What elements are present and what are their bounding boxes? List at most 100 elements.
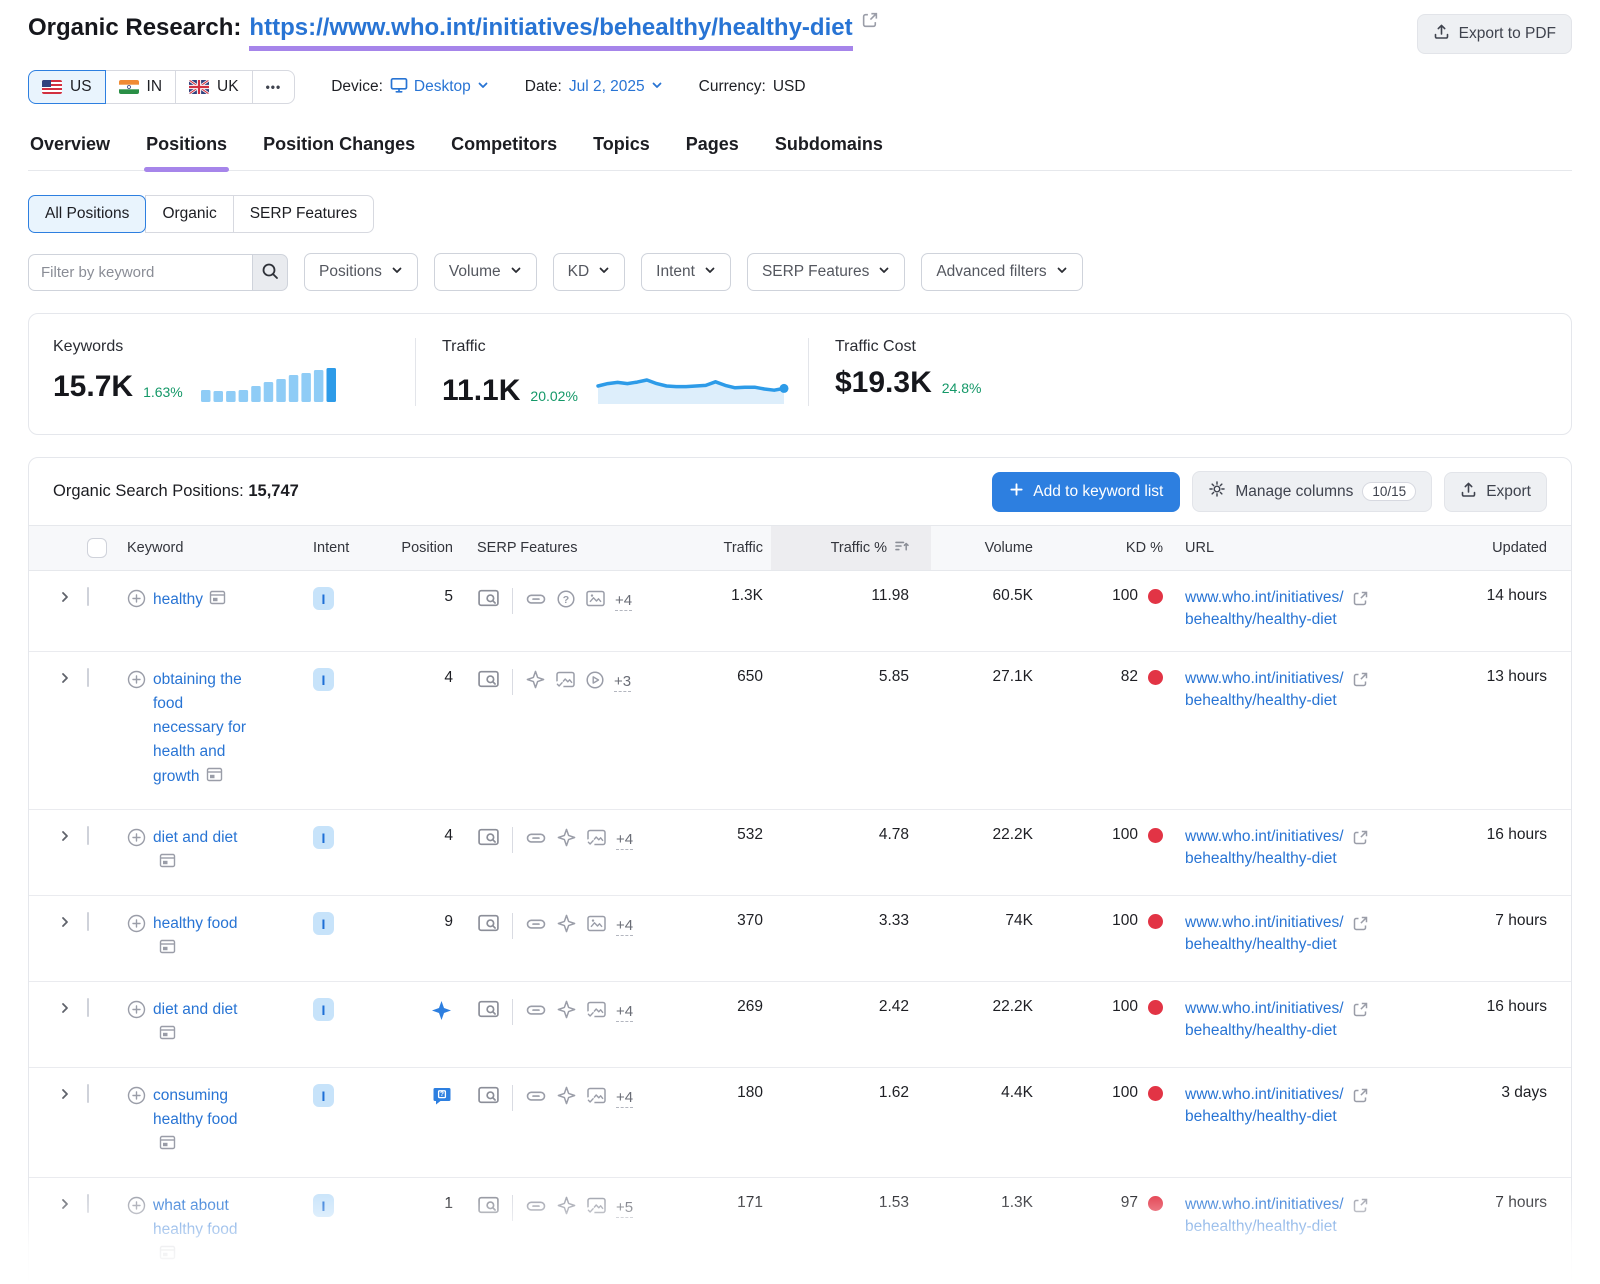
- add-keyword-icon[interactable]: [127, 587, 146, 613]
- more-features-link[interactable]: +4: [616, 916, 633, 936]
- serp-preview-icon[interactable]: [477, 827, 500, 853]
- column-header-traffic-pct[interactable]: Traffic %: [771, 526, 931, 570]
- row-checkbox[interactable]: [87, 668, 89, 687]
- column-header-url[interactable]: URL: [1171, 526, 1401, 570]
- add-to-keyword-list-button[interactable]: Add to keyword list: [992, 472, 1180, 512]
- result-url-link[interactable]: www.who.int/initiatives/behealthy/health…: [1185, 668, 1344, 712]
- manage-columns-button[interactable]: Manage columns 10/15: [1192, 471, 1432, 512]
- add-keyword-icon[interactable]: [127, 668, 146, 694]
- keyword-link[interactable]: healthy food: [153, 912, 249, 961]
- row-checkbox[interactable]: [87, 587, 89, 606]
- external-link-icon[interactable]: [1352, 826, 1369, 870]
- keyword-link[interactable]: healthy: [153, 587, 249, 612]
- tab-subdomains[interactable]: Subdomains: [773, 130, 885, 170]
- date-selector[interactable]: Date: Jul 2, 2025: [525, 78, 663, 96]
- tab-positions[interactable]: Positions: [144, 130, 229, 170]
- positions-filter-dropdown[interactable]: Positions: [304, 253, 418, 291]
- result-url-link[interactable]: www.who.int/initiatives/behealthy/health…: [1185, 587, 1344, 631]
- serp-snapshot-icon[interactable]: [159, 1028, 176, 1045]
- tab-overview[interactable]: Overview: [28, 130, 112, 170]
- volume-filter-dropdown[interactable]: Volume: [434, 253, 537, 291]
- row-checkbox[interactable]: [87, 1194, 89, 1213]
- row-checkbox[interactable]: [87, 1084, 89, 1103]
- serp-snapshot-icon[interactable]: [209, 593, 226, 610]
- column-header-keyword[interactable]: Keyword: [127, 526, 313, 570]
- external-link-icon[interactable]: [1352, 1194, 1369, 1238]
- serp-preview-icon[interactable]: [477, 1085, 500, 1111]
- row-expander[interactable]: [59, 912, 87, 933]
- column-header-traffic[interactable]: Traffic: [653, 526, 771, 570]
- more-features-link[interactable]: +4: [616, 1088, 633, 1108]
- serp-snapshot-icon[interactable]: [159, 856, 176, 873]
- serp-preview-icon[interactable]: [477, 999, 500, 1025]
- keyword-link[interactable]: what about healthy food: [153, 1194, 249, 1267]
- result-url-link[interactable]: www.who.int/initiatives/behealthy/health…: [1185, 998, 1344, 1042]
- kd-filter-dropdown[interactable]: KD: [553, 253, 626, 291]
- external-link-icon[interactable]: [1352, 912, 1369, 956]
- advanced-filters-dropdown[interactable]: Advanced filters: [921, 253, 1082, 291]
- serp-preview-icon[interactable]: [477, 913, 500, 939]
- export-pdf-button[interactable]: Export to PDF: [1417, 14, 1572, 54]
- country-tab-uk[interactable]: UK: [175, 70, 253, 104]
- row-expander[interactable]: [59, 826, 87, 847]
- row-checkbox[interactable]: [87, 998, 89, 1017]
- keyword-link[interactable]: diet and diet: [153, 998, 249, 1047]
- serp-preview-icon[interactable]: [477, 669, 500, 695]
- intent-filter-dropdown[interactable]: Intent: [641, 253, 731, 291]
- tab-topics[interactable]: Topics: [591, 130, 652, 170]
- row-expander[interactable]: [59, 998, 87, 1019]
- country-tab-in[interactable]: IN: [105, 70, 177, 104]
- segment-organic[interactable]: Organic: [145, 195, 233, 233]
- more-features-link[interactable]: +4: [615, 591, 632, 611]
- result-url-link[interactable]: www.who.int/initiatives/behealthy/health…: [1185, 1194, 1344, 1238]
- country-tab-us[interactable]: US: [28, 70, 106, 104]
- result-url-link[interactable]: www.who.int/initiatives/behealthy/health…: [1185, 912, 1344, 956]
- serp-features-filter-dropdown[interactable]: SERP Features: [747, 253, 905, 291]
- add-keyword-icon[interactable]: [127, 826, 146, 852]
- export-button[interactable]: Export: [1444, 472, 1547, 512]
- result-url-link[interactable]: www.who.int/initiatives/behealthy/health…: [1185, 1084, 1344, 1128]
- external-link-icon[interactable]: [1352, 998, 1369, 1042]
- more-features-link[interactable]: +5: [616, 1198, 633, 1218]
- more-features-link[interactable]: +4: [616, 830, 633, 850]
- external-link-icon[interactable]: [1352, 587, 1369, 631]
- row-checkbox[interactable]: [87, 912, 89, 931]
- search-button[interactable]: [252, 254, 288, 291]
- column-header-serp-features[interactable]: SERP Features: [453, 526, 653, 570]
- add-keyword-icon[interactable]: [127, 1194, 146, 1220]
- row-expander[interactable]: [59, 1084, 87, 1105]
- external-link-icon[interactable]: [1352, 1084, 1369, 1128]
- tab-pages[interactable]: Pages: [684, 130, 741, 170]
- serp-preview-icon[interactable]: [477, 1195, 500, 1221]
- column-header-updated[interactable]: Updated: [1401, 526, 1547, 570]
- add-keyword-icon[interactable]: [127, 998, 146, 1024]
- segment-serp-features[interactable]: SERP Features: [233, 195, 374, 233]
- serp-snapshot-icon[interactable]: [159, 1138, 176, 1155]
- add-keyword-icon[interactable]: [127, 912, 146, 938]
- tab-competitors[interactable]: Competitors: [449, 130, 559, 170]
- more-countries-button[interactable]: •••: [252, 70, 296, 104]
- row-expander[interactable]: [59, 1194, 87, 1215]
- column-header-position[interactable]: Position: [373, 526, 453, 570]
- segment-all-positions[interactable]: All Positions: [28, 195, 146, 233]
- row-checkbox[interactable]: [87, 826, 89, 845]
- result-url-link[interactable]: www.who.int/initiatives/behealthy/health…: [1185, 826, 1344, 870]
- device-selector[interactable]: Device: Desktop: [331, 77, 489, 98]
- keyword-link[interactable]: consuming healthy food: [153, 1084, 249, 1157]
- serp-snapshot-icon[interactable]: [159, 942, 176, 959]
- analyzed-url-link[interactable]: https://www.who.int/initiatives/behealth…: [249, 14, 852, 51]
- select-all-checkbox[interactable]: [87, 538, 107, 558]
- more-features-link[interactable]: +3: [614, 672, 631, 692]
- column-header-volume[interactable]: Volume: [931, 526, 1051, 570]
- external-link-icon[interactable]: [1352, 668, 1369, 712]
- tab-position-changes[interactable]: Position Changes: [261, 130, 417, 170]
- column-header-kd[interactable]: KD %: [1051, 526, 1171, 570]
- serp-preview-icon[interactable]: [477, 588, 500, 614]
- serp-snapshot-icon[interactable]: [159, 1248, 176, 1265]
- more-features-link[interactable]: +4: [616, 1002, 633, 1022]
- add-keyword-icon[interactable]: [127, 1084, 146, 1110]
- row-expander[interactable]: [59, 587, 87, 608]
- keyword-link[interactable]: obtaining the food necessary for health …: [153, 668, 249, 789]
- column-header-intent[interactable]: Intent: [313, 526, 373, 570]
- serp-snapshot-icon[interactable]: [206, 770, 223, 787]
